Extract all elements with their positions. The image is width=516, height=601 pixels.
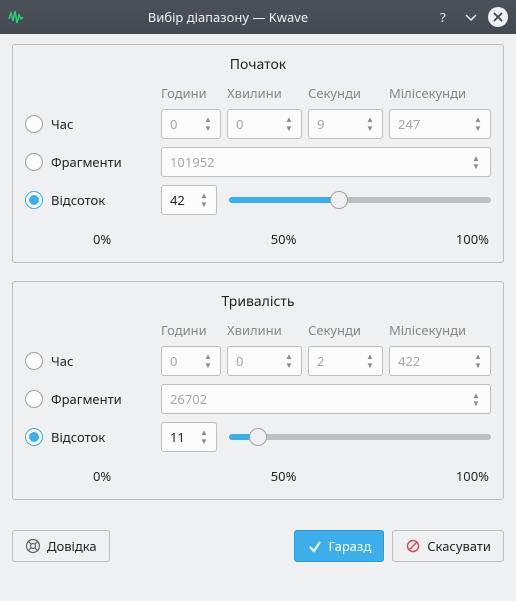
tick-0: 0% (93, 467, 111, 485)
header-seconds: Секунди (308, 321, 383, 339)
check-icon (307, 538, 323, 554)
radio-start-time[interactable]: Час (25, 115, 155, 133)
help-lifering-icon (25, 538, 41, 554)
header-minutes: Хвилини (227, 321, 302, 339)
radio-label: Фрагменти (51, 153, 122, 171)
radio-label: Відсоток (51, 428, 105, 446)
length-minutes-input[interactable]: 0▲▼ (227, 346, 302, 376)
group-length: Тривалість Години Хвилини Секунди Мілісе… (12, 281, 504, 500)
length-seconds-input[interactable]: 2▲▼ (308, 346, 383, 376)
ok-button[interactable]: Гаразд (294, 530, 385, 562)
radio-length-percent[interactable]: Відсоток (25, 428, 155, 446)
header-ms: Мілісекунди (389, 321, 491, 339)
tick-100: 100% (456, 230, 489, 248)
cancel-button[interactable]: Скасувати (392, 530, 504, 562)
spin-arrows-icon: ▲▼ (285, 349, 297, 373)
time-headers: Години Хвилини Секунди Мілісекунди (25, 84, 491, 102)
start-percent-slider[interactable] (229, 188, 491, 212)
header-seconds: Секунди (308, 84, 383, 102)
tick-50: 50% (271, 467, 297, 485)
start-frames-input[interactable]: 101952 ▲▼ (161, 147, 491, 177)
start-percent-input[interactable]: 42▲▼ (161, 185, 217, 215)
header-hours: Години (161, 84, 221, 102)
radio-length-frames[interactable]: Фрагменти (25, 390, 155, 408)
start-seconds-input[interactable]: 9▲▼ (308, 109, 383, 139)
help-titlebar-button[interactable]: ? (432, 6, 454, 28)
spin-arrows-icon: ▲▼ (366, 112, 378, 136)
group-start: Початок Години Хвилини Секунди Мілісекун… (12, 44, 504, 263)
header-minutes: Хвилини (227, 84, 302, 102)
spin-arrows-icon: ▲▼ (474, 112, 486, 136)
spin-arrows-icon: ▲▼ (285, 112, 297, 136)
spin-arrows-icon: ▲▼ (200, 188, 212, 212)
radio-start-frames[interactable]: Фрагменти (25, 153, 155, 171)
spin-arrows-icon: ▲▼ (474, 349, 486, 373)
spin-arrows-icon: ▲▼ (366, 349, 378, 373)
header-ms: Мілісекунди (389, 84, 491, 102)
close-button[interactable] (488, 7, 508, 27)
length-percent-slider[interactable] (229, 425, 491, 449)
length-frames-input[interactable]: 26702 ▲▼ (161, 384, 491, 414)
group-title-start: Початок (25, 55, 491, 74)
radio-icon (25, 153, 43, 171)
button-label: Скасувати (427, 537, 491, 555)
spin-arrows-icon: ▲▼ (472, 388, 484, 410)
spin-arrows-icon: ▲▼ (472, 151, 484, 173)
radio-length-time[interactable]: Час (25, 352, 155, 370)
radio-icon (25, 390, 43, 408)
start-ms-input[interactable]: 247▲▼ (389, 109, 491, 139)
length-ms-input[interactable]: 422▲▼ (389, 346, 491, 376)
radio-label: Відсоток (51, 191, 105, 209)
spin-arrows-icon: ▲▼ (200, 425, 212, 449)
radio-icon (25, 191, 43, 209)
start-minutes-input[interactable]: 0▲▼ (227, 109, 302, 139)
tick-50: 50% (271, 230, 297, 248)
radio-label: Час (51, 115, 73, 133)
spin-arrows-icon: ▲▼ (204, 112, 216, 136)
tick-100: 100% (456, 467, 489, 485)
radio-icon (25, 115, 43, 133)
length-hours-input[interactable]: 0▲▼ (161, 346, 221, 376)
dialog-footer: Довідка Гаразд Скасувати (0, 530, 516, 574)
radio-icon (25, 428, 43, 446)
titlebar: Вибір діапазону — Kwave ? (0, 0, 516, 34)
start-hours-input[interactable]: 0▲▼ (161, 109, 221, 139)
window-title: Вибір діапазону — Kwave (30, 8, 426, 26)
time-headers: Години Хвилини Секунди Мілісекунди (25, 321, 491, 339)
radio-label: Фрагменти (51, 390, 122, 408)
cancel-icon (405, 538, 421, 554)
help-button[interactable]: Довідка (12, 530, 110, 562)
radio-start-percent[interactable]: Відсоток (25, 191, 155, 209)
radio-label: Час (51, 352, 73, 370)
button-label: Довідка (47, 537, 97, 555)
button-label: Гаразд (329, 537, 372, 555)
minimize-button[interactable] (460, 6, 482, 28)
group-title-length: Тривалість (25, 292, 491, 311)
radio-icon (25, 352, 43, 370)
slider-tick-labels: 0% 50% 100% (93, 467, 491, 485)
header-hours: Години (161, 321, 221, 339)
app-icon (8, 9, 24, 25)
length-percent-input[interactable]: 11▲▼ (161, 422, 217, 452)
tick-0: 0% (93, 230, 111, 248)
slider-tick-labels: 0% 50% 100% (93, 230, 491, 248)
spin-arrows-icon: ▲▼ (204, 349, 216, 373)
